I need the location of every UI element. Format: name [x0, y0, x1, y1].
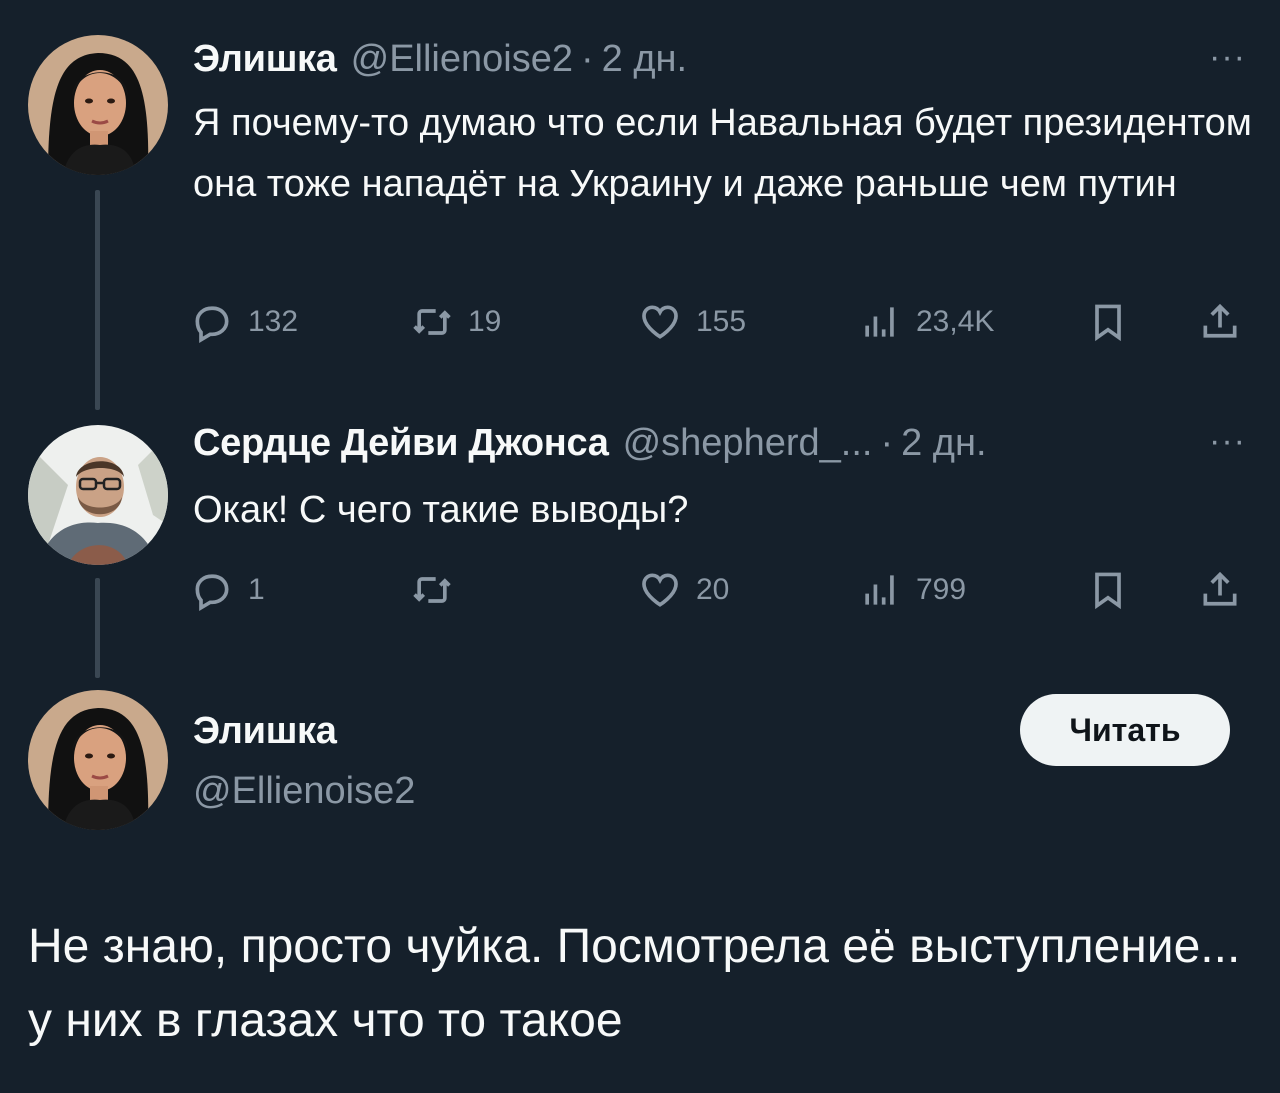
views-count: 23,4K — [916, 305, 995, 338]
reply-button[interactable]: 1 — [190, 565, 265, 615]
like-count: 20 — [696, 573, 730, 606]
reply-icon — [195, 306, 229, 344]
share-button[interactable] — [1198, 297, 1242, 347]
retweet-button[interactable]: 19 — [410, 297, 501, 347]
reply-count: 132 — [248, 305, 299, 338]
retweet-button[interactable] — [410, 565, 468, 615]
more-icon[interactable]: ··· — [1209, 38, 1246, 77]
tweet-actions: 132 19 155 23,4K — [190, 297, 1250, 347]
author-handle[interactable]: @Ellienoise2 — [351, 38, 573, 81]
share-button[interactable] — [1198, 565, 1242, 615]
views-icon — [865, 575, 894, 605]
reply-button[interactable]: 132 — [190, 297, 298, 347]
like-button[interactable]: 20 — [638, 565, 729, 615]
tweet-text: Окак! С чего такие выводы? — [193, 489, 689, 531]
thread-line — [95, 578, 100, 678]
avatar[interactable] — [28, 425, 168, 565]
author-name[interactable]: Элишка — [193, 38, 337, 81]
avatar[interactable] — [28, 35, 168, 175]
timestamp[interactable]: 2 дн. — [602, 38, 687, 81]
views-count: 799 — [916, 573, 967, 606]
retweet-icon — [413, 577, 451, 603]
main-tweet-text: Не знаю, просто чуйка. Посмотрела её выс… — [28, 920, 1241, 1047]
separator: · — [880, 422, 894, 464]
thread-line — [95, 190, 100, 410]
separator: · — [580, 38, 594, 80]
retweet-icon — [413, 309, 451, 335]
author-name[interactable]: Сердце Дейви Джонса — [193, 422, 609, 465]
retweet-count: 19 — [468, 305, 502, 338]
tweet-text: Я почему-то думаю что если Навальная буд… — [193, 102, 1252, 205]
author-handle[interactable]: @shepherd_... — [623, 422, 873, 465]
tweet-header: Сердце Дейви Джонса @shepherd_... · 2 дн… — [193, 422, 987, 465]
avatar[interactable] — [28, 690, 168, 830]
views-button[interactable]: 23,4K — [858, 297, 994, 347]
follow-button[interactable]: Читать — [1020, 694, 1230, 766]
author-name[interactable]: Элишка — [193, 710, 337, 753]
more-icon[interactable]: ··· — [1209, 422, 1246, 461]
bookmark-icon — [1095, 304, 1121, 342]
bookmark-button[interactable] — [1086, 565, 1130, 615]
tweet-header: Элишка @Ellienoise2 · 2 дн. — [193, 38, 687, 81]
bookmark-button[interactable] — [1086, 297, 1130, 347]
timestamp[interactable]: 2 дн. — [901, 422, 986, 465]
tweet-actions: 1 20 799 — [190, 565, 1250, 615]
bookmark-icon — [1095, 572, 1121, 610]
views-icon — [865, 307, 894, 337]
reply-icon — [195, 574, 229, 612]
like-icon — [642, 305, 678, 339]
author-handle[interactable]: @Ellienoise2 — [193, 770, 415, 813]
views-button[interactable]: 799 — [858, 565, 966, 615]
like-button[interactable]: 155 — [638, 297, 746, 347]
like-count: 155 — [696, 305, 747, 338]
share-icon — [1203, 303, 1237, 338]
share-icon — [1203, 571, 1237, 606]
reply-count: 1 — [248, 573, 265, 606]
like-icon — [642, 573, 678, 607]
